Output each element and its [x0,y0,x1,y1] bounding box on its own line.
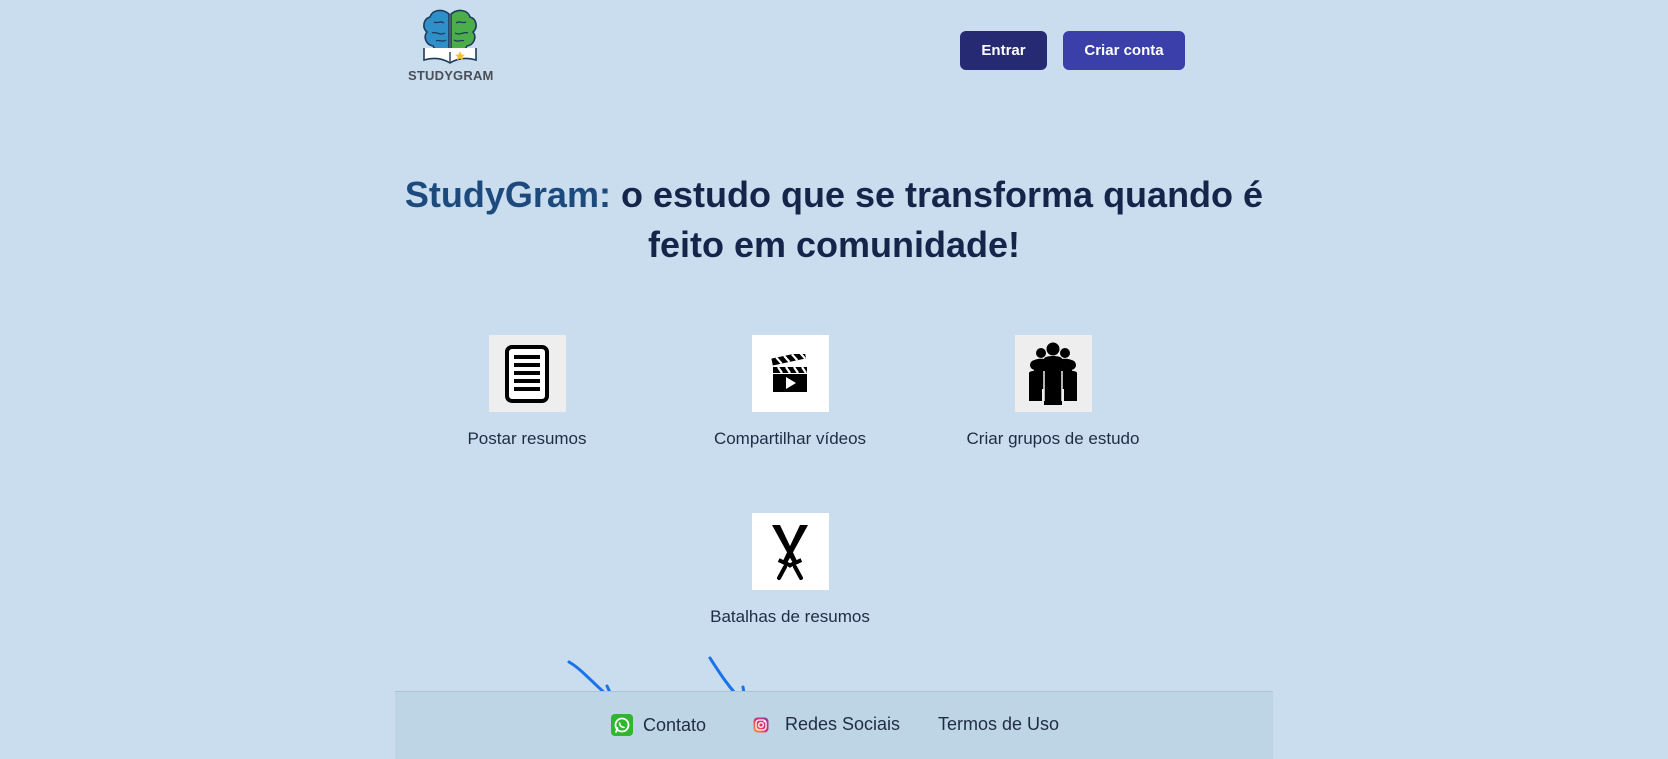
feature-share-videos[interactable]: Compartilhar vídeos [670,335,910,449]
feature-label: Batalhas de resumos [710,607,870,626]
footer-terms-label: Termos de Uso [938,714,1060,734]
footer-link-social-networks[interactable]: Redes Sociais [753,714,900,735]
feature-label: Postar resumos [467,429,587,448]
logo-text: STUDYGRAM [408,68,494,83]
instagram-icon [753,717,769,733]
footer-link-contact[interactable]: Contato [611,714,706,736]
feature-icon-box [751,513,829,590]
footer: Contato Redes Sociais Termos de Uso [395,691,1273,759]
footer-social-label: Redes Sociais [785,714,901,734]
page: STUDYGRAM Entrar Criar conta StudyGram: … [0,0,1668,759]
create-account-button[interactable]: Criar conta [1063,31,1185,70]
feature-icon-box [488,335,566,412]
feature-label: Criar grupos de estudo [966,429,1140,448]
crossed-swords-icon [772,524,808,580]
footer-contact-label: Contato [643,714,707,735]
feature-summary-battles[interactable]: Batalhas de resumos [670,513,910,627]
brain-book-logo-icon [423,9,477,64]
footer-link-terms[interactable]: Termos de Uso [938,714,1059,735]
feature-label: Compartilhar vídeos [713,429,867,448]
studygram-logo[interactable]: STUDYGRAM [408,8,494,83]
feature-create-study-groups[interactable]: Criar grupos de estudo [933,335,1173,449]
feature-icon-box [1014,335,1092,412]
login-button[interactable]: Entrar [960,31,1047,70]
clapperboard-icon [771,353,807,392]
hero-brand: StudyGram: [404,174,611,215]
group-icon [1029,342,1077,405]
feature-post-summaries[interactable]: Postar resumos [407,335,647,449]
feature-icon-box [751,335,829,412]
document-icon [505,344,549,403]
hero-headline: StudyGram: o estudo que se transforma qu… [380,170,1288,270]
hero-tagline: o estudo que se transforma quando é feit… [610,174,1264,265]
whatsapp-icon [611,714,633,736]
